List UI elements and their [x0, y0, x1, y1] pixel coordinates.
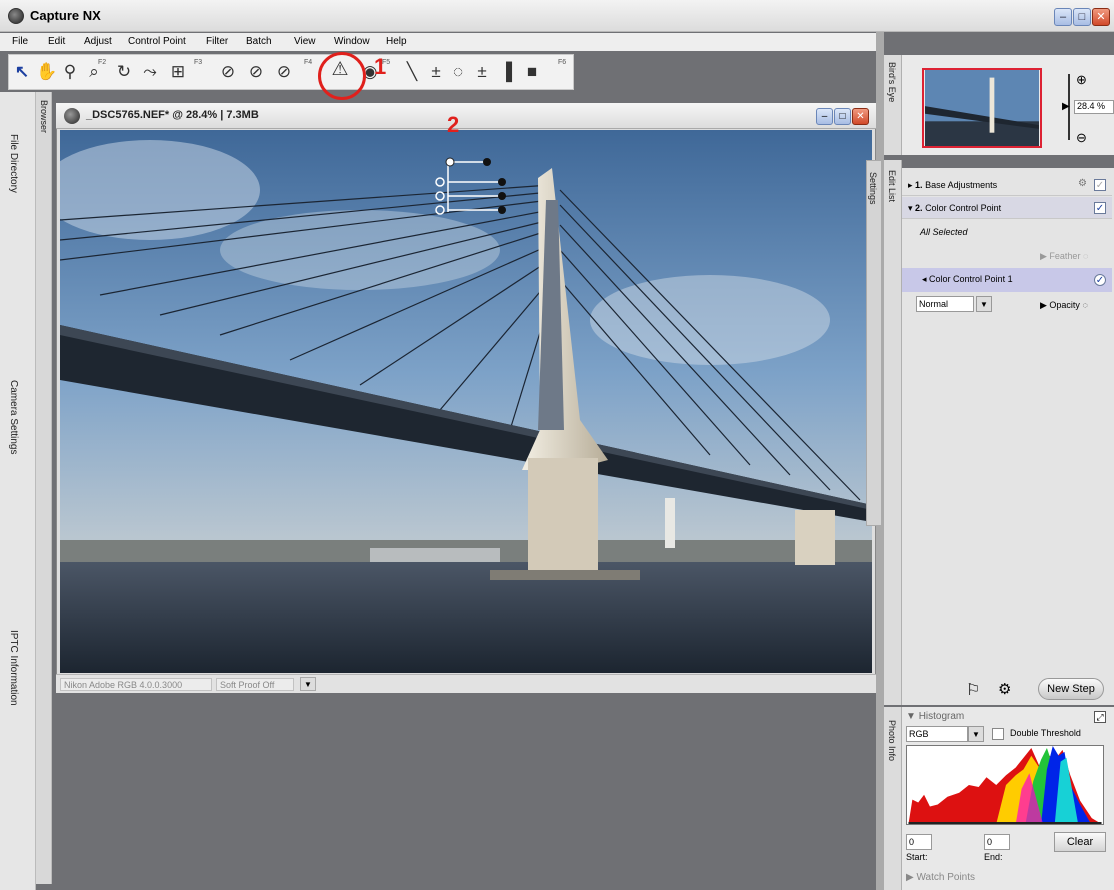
- zoom-slider-thumb-icon[interactable]: ▶: [1062, 101, 1070, 112]
- highlight-circle: [318, 52, 366, 100]
- crop-icon[interactable]: ⊞: [168, 62, 188, 82]
- menu-filter[interactable]: Filter: [206, 36, 228, 47]
- menu-adjust[interactable]: Adjust: [84, 36, 112, 47]
- close-button[interactable]: ✕: [1092, 8, 1110, 26]
- iptc-information-tab[interactable]: IPTC Information: [8, 630, 19, 706]
- histogram-expand-icon[interactable]: ⤢: [1094, 711, 1106, 723]
- doc-maximize-button[interactable]: □: [834, 108, 851, 125]
- birds-eye-label: Bird's Eye: [887, 62, 897, 103]
- control-point-label: ◂ Color Control Point 1: [922, 274, 1013, 284]
- zoom-tool-icon[interactable]: ⚲: [60, 62, 80, 82]
- left-sidebar: [0, 92, 36, 890]
- rotate-icon[interactable]: ↻: [114, 62, 134, 82]
- step-1-marker: 1: [374, 54, 387, 79]
- file-directory-tab[interactable]: File Directory: [8, 134, 19, 193]
- app-title-bar: [0, 0, 1114, 32]
- start-label: Start:: [906, 852, 928, 862]
- step-options-icon[interactable]: ⚙: [1078, 178, 1087, 189]
- add-control-point-icon[interactable]: ⚐: [966, 680, 980, 700]
- histogram-title[interactable]: ▼ Histogram: [906, 711, 964, 722]
- lasso-icon[interactable]: ◌: [448, 62, 468, 82]
- start-field[interactable]: 0: [906, 834, 932, 850]
- selection-plus-icon[interactable]: ±: [472, 62, 492, 82]
- settings-tab[interactable]: [866, 160, 882, 526]
- step-2-checkbox[interactable]: ✓: [1094, 202, 1106, 214]
- neutral-control-point-icon[interactable]: ⊘: [246, 62, 266, 82]
- double-threshold-label: Double Threshold: [1010, 728, 1081, 738]
- histogram-channel-select[interactable]: RGB: [906, 726, 968, 742]
- brush-icon[interactable]: ╲: [402, 62, 422, 82]
- all-selected-label: All Selected: [920, 227, 968, 237]
- doc-close-button[interactable]: ✕: [852, 108, 869, 125]
- black-control-point-icon[interactable]: ⊘: [218, 62, 238, 82]
- new-step-button[interactable]: New Step: [1038, 678, 1104, 700]
- app-title: Capture NX: [30, 8, 101, 23]
- zoom-level-field[interactable]: 28.4 %: [1074, 100, 1114, 114]
- color-profile-field: Nikon Adobe RGB 4.0.0.3000: [60, 678, 212, 691]
- soft-proof-dropdown-icon[interactable]: ▼: [300, 677, 316, 691]
- menu-edit[interactable]: Edit: [48, 36, 65, 47]
- zoom-in-icon[interactable]: ⊕: [1076, 72, 1087, 88]
- menu-batch[interactable]: Batch: [246, 36, 272, 47]
- control-point-checkbox[interactable]: ✓: [1094, 274, 1106, 286]
- soft-proof-field[interactable]: Soft Proof Off: [216, 678, 294, 691]
- toolbar-group-f6[interactable]: F6: [558, 58, 566, 86]
- histogram-graph[interactable]: [906, 745, 1104, 825]
- menu-control-point[interactable]: Control Point: [128, 36, 186, 47]
- browser-tab[interactable]: Browser: [39, 100, 49, 133]
- capture-nx-logo-icon: [8, 8, 24, 24]
- channel-dropdown-icon[interactable]: ▼: [968, 726, 984, 742]
- blend-mode-select[interactable]: Normal: [916, 296, 974, 312]
- color-control-point-widget[interactable]: [432, 152, 512, 218]
- menu-help[interactable]: Help: [386, 36, 407, 47]
- white-control-point-icon[interactable]: ⊘: [274, 62, 294, 82]
- camera-settings-tab[interactable]: Camera Settings: [8, 380, 19, 454]
- eraser-icon[interactable]: ±: [426, 62, 446, 82]
- edit-list-panel: [902, 168, 1114, 705]
- fill-icon[interactable]: ■: [522, 62, 542, 82]
- toolbar-group-f3[interactable]: F3: [194, 58, 202, 86]
- end-label: End:: [984, 852, 1003, 862]
- opacity-control[interactable]: ▶ Opacity ◌: [1040, 300, 1088, 311]
- watch-points-section[interactable]: ▶ Watch Points: [906, 872, 975, 883]
- document-title: _DSC5765.NEF* @ 28.4% | 7.3MB: [86, 109, 259, 121]
- edit-list-label: Edit List: [887, 170, 897, 203]
- straighten-icon[interactable]: ⤳: [140, 62, 160, 82]
- step-1-checkbox[interactable]: ✓: [1094, 179, 1106, 191]
- settings-label: Settings: [868, 172, 878, 205]
- blend-mode-dropdown-icon[interactable]: ▼: [976, 296, 992, 312]
- options-menu-icon[interactable]: ⚙: [998, 680, 1011, 698]
- step-color-control-point[interactable]: ▾ 2. Color Control Point: [902, 197, 1112, 219]
- document-icon: [64, 108, 80, 124]
- toolbar-group-f2[interactable]: F2: [98, 58, 106, 86]
- toolbar-group-f4[interactable]: F4: [304, 58, 312, 86]
- maximize-button[interactable]: □: [1073, 8, 1091, 26]
- end-field[interactable]: 0: [984, 834, 1010, 850]
- direct-selection-icon[interactable]: ↖: [12, 62, 32, 82]
- gradient-icon[interactable]: ▐: [496, 62, 516, 82]
- double-threshold-checkbox[interactable]: [992, 728, 1004, 740]
- menu-window[interactable]: Window: [334, 36, 370, 47]
- photo-info-label: Photo Info: [887, 720, 897, 762]
- minimize-button[interactable]: –: [1054, 8, 1072, 26]
- birds-eye-thumbnail[interactable]: [922, 68, 1042, 148]
- hand-tool-icon[interactable]: ✋: [36, 62, 57, 82]
- step-2-marker: 2: [447, 112, 460, 137]
- feather-control[interactable]: ▶ Feather ◌: [1040, 251, 1088, 262]
- edit-list-tab[interactable]: [884, 160, 902, 705]
- doc-minimize-button[interactable]: –: [816, 108, 833, 125]
- menu-file[interactable]: File: [12, 36, 28, 47]
- menu-view[interactable]: View: [294, 36, 316, 47]
- clear-button[interactable]: Clear: [1054, 832, 1106, 852]
- browser-strip[interactable]: [36, 92, 52, 884]
- zoom-out-icon[interactable]: ⊖: [1076, 130, 1087, 146]
